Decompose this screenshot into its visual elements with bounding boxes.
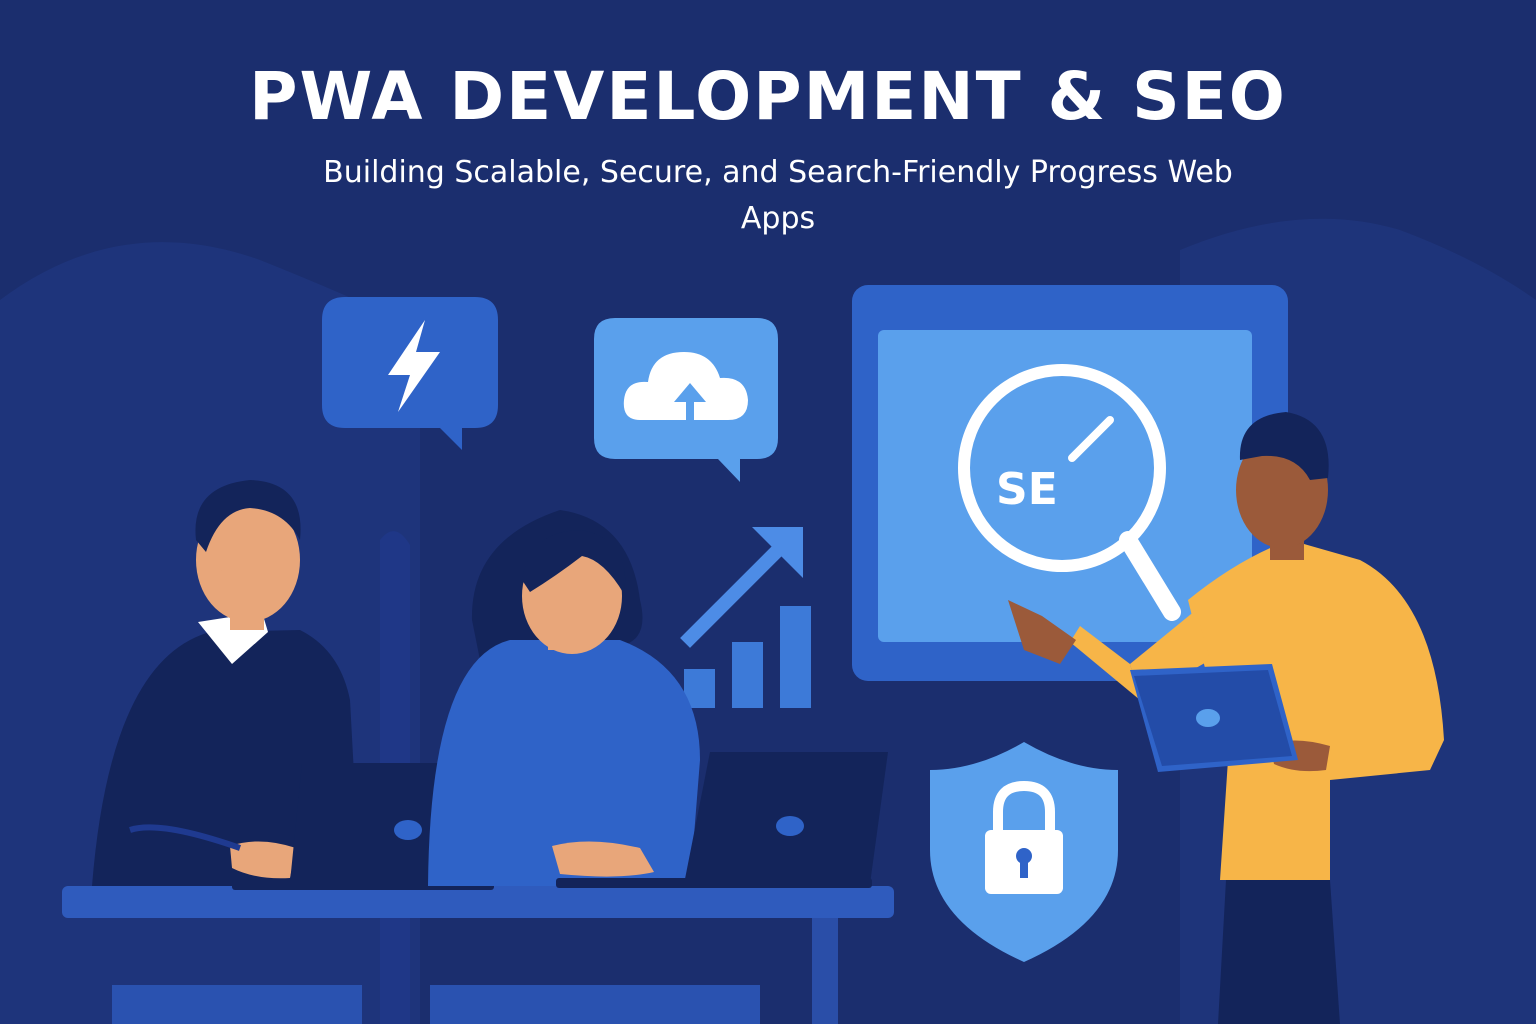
shield-lock-icon <box>930 742 1118 962</box>
screen-se-text: SE <box>996 464 1058 515</box>
desk <box>62 886 894 1024</box>
woman-developer <box>428 510 700 886</box>
hero-banner: PWA DEVELOPMENT & SEO Building Scalable,… <box>0 0 1536 1024</box>
scene-artwork: SE <box>62 285 1444 1024</box>
cloud-upload-icon <box>594 318 778 482</box>
lightning-icon <box>322 297 498 450</box>
tablet-presenter <box>1130 664 1298 772</box>
growth-chart-icon <box>680 527 811 708</box>
